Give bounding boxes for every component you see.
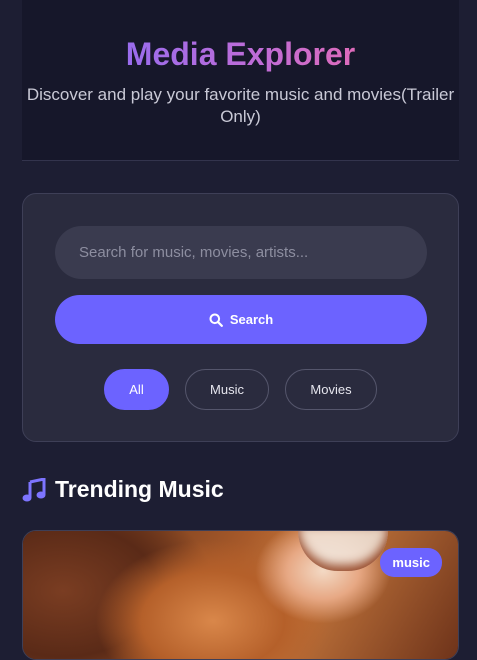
search-panel: Search All Music Movies [22,193,459,442]
section-title: Trending Music [55,476,224,502]
media-card[interactable]: music [22,530,459,660]
page-header: Media Explorer Discover and play your fa… [22,0,459,161]
search-icon [209,313,223,327]
filter-music-button[interactable]: Music [185,369,269,410]
search-button[interactable]: Search [55,295,427,344]
filter-all-button[interactable]: All [104,369,169,410]
media-type-badge: music [380,548,442,577]
page-title: Media Explorer [22,36,459,73]
section-heading: Trending Music [22,476,224,503]
filter-group: All Music Movies [23,369,458,410]
music-note-icon [22,477,47,502]
search-input[interactable] [55,226,427,279]
page-subtitle: Discover and play your favorite music an… [26,85,455,126]
filter-movies-button[interactable]: Movies [285,369,377,410]
search-button-label: Search [229,312,274,327]
